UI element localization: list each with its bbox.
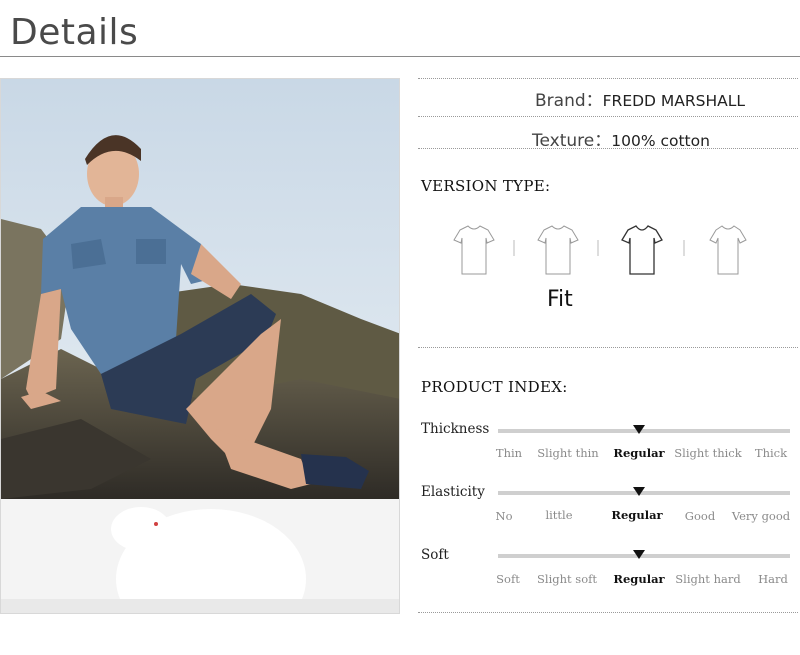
index-option: Soft xyxy=(496,572,520,586)
details-panel: Brand：FREDD MARSHALL Texture：100% cotton… xyxy=(410,0,800,655)
index-option: Very good xyxy=(731,509,791,523)
tshirt-icon xyxy=(453,225,495,275)
divider xyxy=(418,78,798,79)
index-option: Thick xyxy=(754,446,788,460)
index-option: Slight thin xyxy=(537,446,599,460)
index-option-selected: Regular xyxy=(613,572,665,586)
divider xyxy=(418,116,798,117)
index-option: little xyxy=(545,508,573,522)
index-option: Good xyxy=(684,509,716,523)
index-option: Slight soft xyxy=(537,572,597,586)
fit-label: Fit xyxy=(547,287,573,312)
index-marker xyxy=(633,550,645,559)
index-option: No xyxy=(495,509,513,523)
model-photo-illustration xyxy=(1,79,399,613)
index-option: Slight thick xyxy=(674,446,742,460)
index-marker xyxy=(633,487,645,496)
product-index-title: PRODUCT INDEX: xyxy=(421,378,568,396)
tshirt-icon xyxy=(537,225,579,275)
brand-value: FREDD MARSHALL xyxy=(602,92,746,110)
tshirt-icon xyxy=(709,225,747,275)
index-marker xyxy=(633,425,645,434)
brand-row: Brand：FREDD MARSHALL xyxy=(535,86,745,111)
brand-label: Brand： xyxy=(535,91,603,111)
index-option: Hard xyxy=(758,572,788,586)
index-option: Slight hard xyxy=(675,572,741,586)
index-label-thickness: Thickness xyxy=(421,421,490,437)
tshirt-icon xyxy=(621,225,663,275)
index-label-elasticity: Elasticity xyxy=(421,484,485,500)
index-option: Thin xyxy=(495,446,523,460)
product-photo xyxy=(0,78,400,614)
divider xyxy=(418,612,798,613)
divider xyxy=(418,148,798,149)
version-type-shirts xyxy=(453,225,747,275)
index-label-soft: Soft xyxy=(421,547,449,563)
index-option-selected: Regular xyxy=(611,508,663,522)
version-type-title: VERSION TYPE: xyxy=(421,177,551,195)
page-title: Details xyxy=(10,12,139,53)
index-option-selected: Regular xyxy=(613,446,665,460)
divider xyxy=(418,347,798,348)
